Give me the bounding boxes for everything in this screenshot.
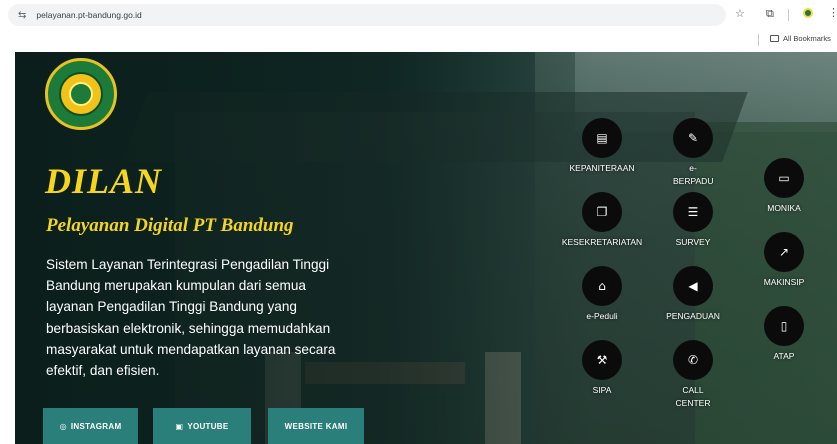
service-e-berpadu[interactable]: ✎ e-BERPADU	[643, 118, 743, 188]
clipboard-icon: ❐	[582, 192, 622, 232]
service-kesekretariatan[interactable]: ❐ KESEKRETARIATAN	[552, 192, 652, 249]
youtube-button[interactable]: ▣ YOUTUBE	[153, 408, 251, 444]
megaphone-icon: ◀	[673, 266, 713, 306]
page-description: Sistem Layanan Terintegrasi Pengadilan T…	[46, 257, 336, 379]
service-pengaduan[interactable]: ◀ PENGADUAN	[643, 266, 743, 323]
bookmark-divider	[758, 34, 759, 46]
phone-icon: ✆	[673, 340, 713, 380]
hero-banner: DILAN Pelayanan Digital PT Bandung Siste…	[15, 52, 837, 444]
signature-icon: ✎	[673, 118, 713, 158]
bank-icon: ⌂	[582, 266, 622, 306]
star-icon[interactable]: ☆	[735, 7, 745, 20]
url-text: pelayanan.pt-bandung.go.id	[36, 10, 142, 20]
all-bookmarks-button[interactable]: All Bookmarks	[770, 34, 831, 43]
youtube-icon: ▣	[175, 421, 184, 431]
service-kepaniteraan[interactable]: ▤ KEPANITERAAN	[552, 118, 652, 175]
tune-icon[interactable]: ⇆	[18, 10, 26, 21]
profile-avatar[interactable]	[803, 8, 813, 18]
service-sipa[interactable]: ⚒ SIPA	[552, 340, 652, 397]
toolbar-divider	[788, 9, 789, 21]
instagram-button[interactable]: ◎ INSTAGRAM	[43, 408, 138, 444]
service-atap[interactable]: ▯ ATAP	[734, 306, 834, 363]
all-bookmarks-label: All Bookmarks	[783, 34, 831, 43]
service-survey[interactable]: ☰ SURVEY	[643, 192, 743, 249]
document-icon: ▤	[582, 118, 622, 158]
address-bar[interactable]: ⇆ pelayanan.pt-bandung.go.id	[8, 4, 726, 26]
instagram-icon: ◎	[59, 421, 67, 431]
page-title: DILAN	[45, 161, 163, 201]
puzzle-icon[interactable]: ⧉	[766, 7, 774, 21]
service-makinsip[interactable]: ↗ MAKINSIP	[734, 232, 834, 289]
chart-icon: ↗	[764, 232, 804, 272]
page-subtitle: Pelayanan Digital PT Bandung	[46, 215, 294, 236]
browser-toolbar: ⇆ pelayanan.pt-bandung.go.id ☆ ⧉ ⋮ All B…	[0, 0, 837, 52]
id-card-icon: ▭	[764, 158, 804, 198]
folder-icon	[770, 35, 779, 42]
file-icon: ▯	[764, 306, 804, 346]
court-logo	[45, 58, 117, 130]
service-call-center[interactable]: ✆ CALL CENTER	[643, 340, 743, 410]
list-icon: ☰	[673, 192, 713, 232]
gavel-icon: ⚒	[582, 340, 622, 380]
service-monika[interactable]: ▭ MONIKA	[734, 158, 834, 215]
service-e-peduli[interactable]: ⌂ e-Peduli	[552, 266, 652, 323]
website-button[interactable]: WEBSITE KAMI	[268, 408, 364, 444]
kebab-menu-icon[interactable]: ⋮	[828, 6, 837, 19]
